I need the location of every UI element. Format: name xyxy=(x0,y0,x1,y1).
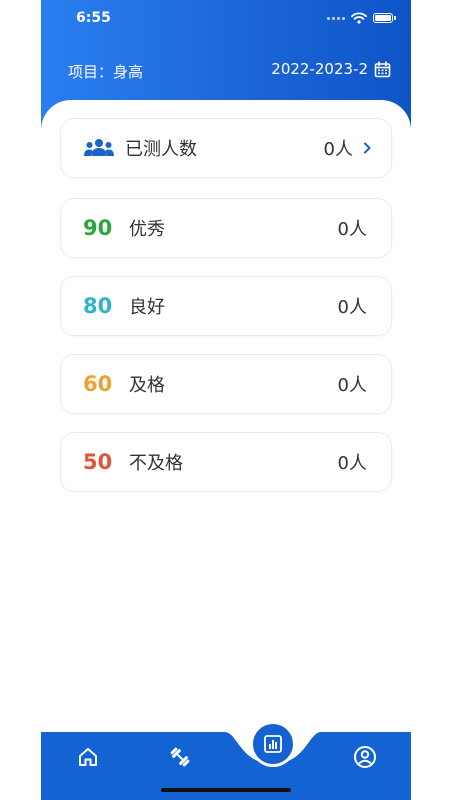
status-time: 6:55 xyxy=(76,10,111,26)
grade-score: 90 xyxy=(83,216,113,240)
grade-card-fail: 50 不及格 0人 xyxy=(60,432,392,492)
calendar-icon xyxy=(374,60,391,77)
grade-count: 0人 xyxy=(337,453,367,474)
status-icons xyxy=(327,12,396,24)
grade-card-pass: 60 及格 0人 xyxy=(60,354,392,414)
term-selector[interactable]: 2022-2023-2 xyxy=(271,60,391,78)
people-group-icon xyxy=(84,139,114,156)
grade-name: 优秀 xyxy=(129,219,165,240)
term-label: 2022-2023-2 xyxy=(271,60,368,78)
grade-count: 0人 xyxy=(337,375,367,396)
tested-count-label: 已测人数 xyxy=(125,139,197,160)
grade-name: 不及格 xyxy=(129,453,183,474)
grade-card-good: 80 良好 0人 xyxy=(60,276,392,336)
cellular-signal-icon xyxy=(327,16,345,20)
dumbbell-icon xyxy=(170,747,190,767)
grade-score: 60 xyxy=(83,372,113,396)
project-selector[interactable]: 项目：身高 xyxy=(68,61,143,82)
stats-icon xyxy=(264,735,282,753)
wifi-icon xyxy=(351,12,367,24)
tab-training[interactable] xyxy=(167,744,193,770)
app-screen: 6:55 项目：身高 2022-2023-2 已测人数 0人 90 优秀 0人 … xyxy=(41,0,411,800)
grade-card-excellent: 90 优秀 0人 xyxy=(60,198,392,258)
grade-count: 0人 xyxy=(337,297,367,318)
tested-count-card[interactable]: 已测人数 0人 xyxy=(60,118,392,178)
grade-count: 0人 xyxy=(337,219,367,240)
grade-name: 及格 xyxy=(129,375,165,396)
main-content: 已测人数 0人 90 优秀 0人 80 良好 0人 60 及格 0人 50 不及… xyxy=(41,100,411,740)
tab-statistics[interactable] xyxy=(250,721,296,767)
tab-home[interactable] xyxy=(75,744,101,770)
chevron-right-icon xyxy=(363,142,371,154)
tested-count-value: 0人 xyxy=(323,139,353,160)
home-indicator xyxy=(161,788,291,792)
battery-icon xyxy=(373,13,396,23)
grade-score: 50 xyxy=(83,450,113,474)
home-icon xyxy=(79,748,97,766)
tab-profile[interactable] xyxy=(352,744,378,770)
profile-icon xyxy=(354,746,376,768)
grade-name: 良好 xyxy=(129,297,165,318)
grade-score: 80 xyxy=(83,294,113,318)
